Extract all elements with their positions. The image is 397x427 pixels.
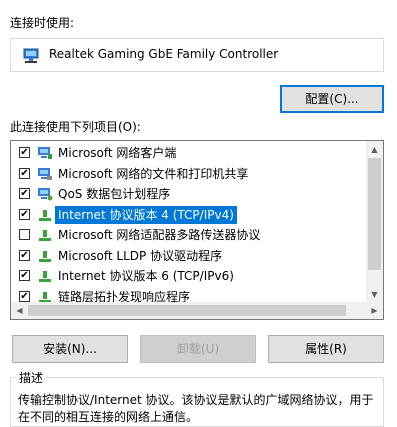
- list-item[interactable]: ✔ Internet 协议版本 6 (TCP/IPv6): [11, 266, 366, 286]
- protocol-icon: [37, 227, 53, 246]
- item-label: Microsoft LLDP 协议驱动程序: [58, 248, 223, 263]
- item-label: QoS 数据包计划程序: [58, 187, 171, 201]
- network-adapter-icon: [23, 48, 41, 67]
- list-item[interactable]: ✔ Microsoft LLDP 协议驱动程序: [11, 246, 366, 266]
- list-item[interactable]: ✔ Microsoft 网络客户端: [11, 143, 366, 163]
- vertical-scroll-thumb[interactable]: [368, 158, 381, 270]
- connect-using-label: 连接时使用:: [10, 16, 75, 30]
- scroll-right-icon[interactable]: ▶: [366, 302, 383, 319]
- list-item[interactable]: Microsoft 网络适配器多路传送器协议: [11, 225, 366, 245]
- install-button[interactable]: 安装(N)...: [12, 335, 128, 363]
- item-checkbox[interactable]: ✔: [19, 147, 30, 158]
- adapter-name: Realtek Gaming GbE Family Controller: [49, 47, 279, 61]
- scroll-down-icon[interactable]: ▼: [366, 286, 383, 303]
- item-checkbox[interactable]: ✔: [19, 188, 30, 199]
- item-label: Microsoft 网络客户端: [58, 146, 177, 160]
- description-legend: 描述: [16, 369, 47, 386]
- item-checkbox[interactable]: [19, 229, 30, 240]
- uninstall-button[interactable]: 卸载(U): [140, 335, 256, 363]
- description-text: 传输控制协议/Internet 协议。该协议是默认的广域网络协议，用于在不同的相…: [18, 393, 374, 424]
- network-qos-icon: [37, 186, 53, 205]
- vertical-scrollbar[interactable]: ▲ ▼: [366, 141, 383, 303]
- horizontal-scrollbar[interactable]: ◀ ▶: [11, 302, 383, 319]
- list-item[interactable]: ✔ QoS 数据包计划程序: [11, 184, 366, 204]
- scroll-left-icon[interactable]: ◀: [11, 302, 28, 319]
- item-label: Microsoft 网络的文件和打印机共享: [58, 166, 249, 181]
- item-checkbox[interactable]: ✔: [19, 290, 30, 302]
- item-checkbox[interactable]: ✔: [19, 249, 30, 261]
- items-list[interactable]: ✔ Microsoft 网络客户端 ✔ Microsoft 网络的文件和打印机共享 ✔ Q…: [10, 140, 384, 320]
- list-item[interactable]: ✔ Internet 协议版本 4 (TCP/IPv4): [11, 205, 366, 225]
- scroll-up-icon[interactable]: ▲: [366, 141, 383, 158]
- horizontal-scroll-thumb[interactable]: [28, 305, 346, 316]
- protocol-icon: [37, 248, 53, 267]
- protocol-icon: [37, 207, 53, 226]
- list-item[interactable]: ✔ Microsoft 网络的文件和打印机共享: [11, 164, 366, 184]
- items-label: 此连接使用下列项目(O):: [10, 120, 141, 134]
- properties-button[interactable]: 属性(R): [268, 335, 384, 363]
- network-share-icon: [37, 166, 53, 185]
- item-label: Microsoft 网络适配器多路传送器协议: [58, 228, 261, 242]
- configure-button[interactable]: 配置(C)...: [280, 85, 384, 113]
- item-checkbox[interactable]: ✔: [19, 208, 30, 220]
- item-label: Internet 协议版本 4 (TCP/IPv4): [55, 205, 237, 224]
- item-checkbox[interactable]: ✔: [19, 167, 30, 179]
- protocol-icon: [37, 268, 53, 287]
- adapter-box: Realtek Gaming GbE Family Controller: [10, 38, 384, 72]
- network-client-icon: [37, 145, 53, 164]
- item-checkbox[interactable]: ✔: [19, 270, 30, 281]
- item-label: Internet 协议版本 6 (TCP/IPv6): [58, 269, 234, 283]
